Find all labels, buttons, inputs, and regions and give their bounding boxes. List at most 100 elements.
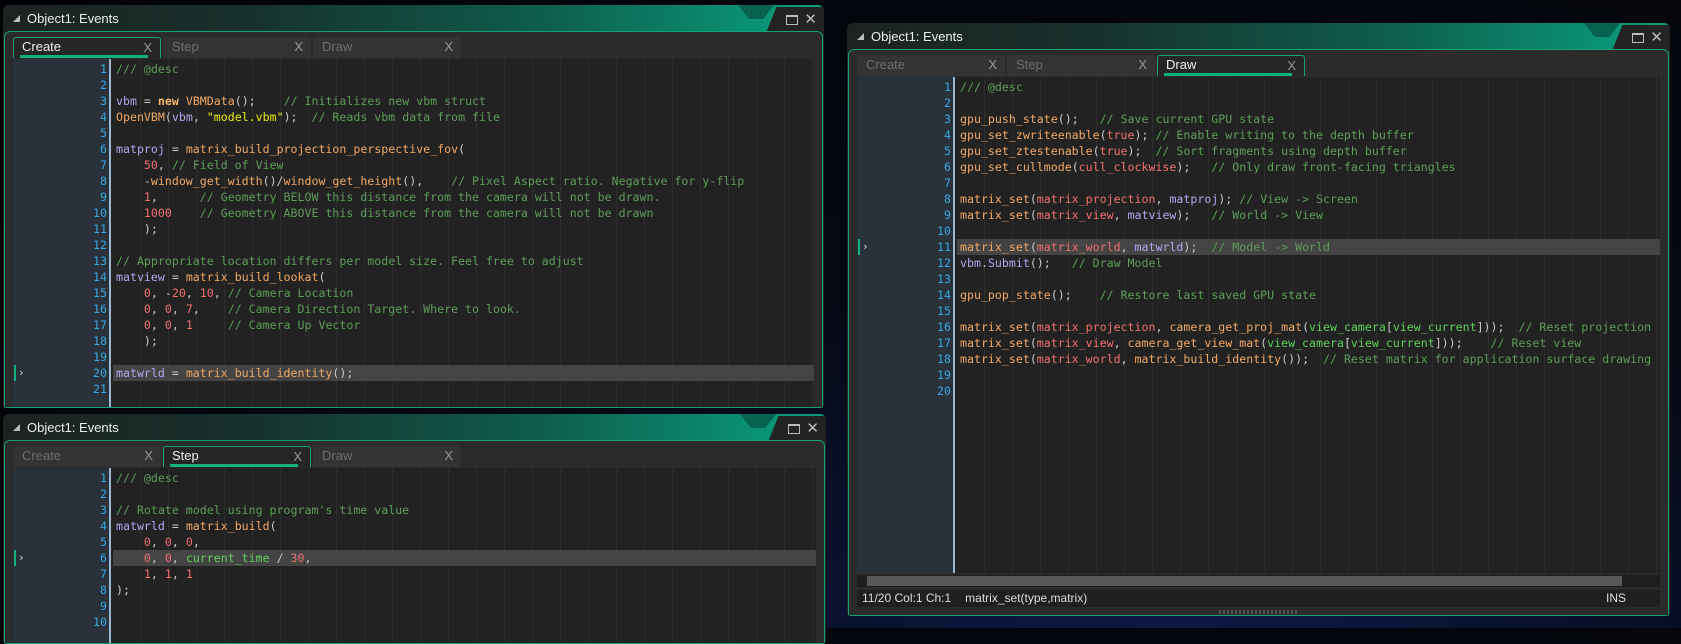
maximize-icon[interactable] [788, 424, 800, 434]
title-bar[interactable]: Object1: Events ✕ [3, 5, 824, 33]
code-line[interactable]: gpu_set_cullmode(cull_clockwise); // Onl… [957, 159, 1660, 175]
code-line[interactable]: matrix_set(matrix_projection, camera_get… [957, 319, 1660, 335]
close-icon[interactable]: ✕ [806, 419, 819, 437]
code-line[interactable]: matwrld = matrix_build( [113, 518, 816, 534]
code-line[interactable]: matview = matrix_build_lookat( [113, 269, 814, 285]
tab-close-icon[interactable]: X [294, 39, 303, 54]
code-line[interactable]: ); [113, 333, 814, 349]
maximize-icon[interactable] [786, 15, 798, 25]
tab-close-icon[interactable]: X [444, 39, 453, 54]
code-line[interactable] [113, 598, 816, 614]
code-editor[interactable]: 1 2 3 4 5 6 7 8 9 10 11 › 12 13 14 15 16 17 18 19 20/// @des… [857, 77, 1660, 573]
line-number: 10 [93, 206, 107, 220]
code-line[interactable]: /// @desc [957, 79, 1660, 95]
collapse-triangle-icon[interactable] [13, 15, 20, 22]
code-line[interactable]: matwrld = matrix_build_identity(); [113, 365, 814, 381]
line-number: 19 [937, 368, 951, 382]
code-line[interactable]: ); [113, 221, 814, 237]
tab-create[interactable]: Create X [857, 55, 1005, 76]
code-line[interactable]: matrix_set(matrix_world, matwrld); // Mo… [957, 239, 1660, 255]
code-line[interactable] [113, 77, 814, 93]
tab-create[interactable]: Create X [13, 446, 161, 467]
tab-close-icon[interactable]: X [144, 448, 153, 463]
title-bar[interactable]: Object1: Events ✕ [847, 23, 1670, 51]
resize-grip[interactable] [1218, 610, 1299, 614]
code-line[interactable]: vbm = new VBMData(); // Initializes new … [113, 93, 814, 109]
code-line[interactable] [113, 125, 814, 141]
code-editor[interactable]: 1 2 3 4 5 6 › 7 8 9 10/// @desc// Rotate model usi… [13, 468, 816, 643]
tab-step[interactable]: Step X [163, 37, 311, 58]
code-line[interactable] [957, 367, 1660, 383]
code-line[interactable]: ); [113, 582, 816, 598]
code-line[interactable]: 0, 0, 0, [113, 534, 816, 550]
code-area[interactable]: /// @desc vbm = new VBMData(); // Initial… [113, 59, 814, 407]
code-line[interactable]: gpu_set_ztestenable(true); // Sort fragm… [957, 143, 1660, 159]
token-keyword: new [157, 94, 179, 108]
code-line[interactable] [113, 237, 814, 253]
code-line[interactable]: /// @desc [113, 61, 814, 77]
tab-close-icon[interactable]: X [444, 448, 453, 463]
token-function: VBMData [185, 94, 235, 108]
tab-close-icon[interactable]: X [1138, 57, 1147, 72]
code-line[interactable]: 0, -20, 10, // Camera Location [113, 285, 814, 301]
code-line[interactable] [957, 303, 1660, 319]
tab-label: Create [22, 39, 62, 54]
code-line[interactable]: gpu_set_zwriteenable(true); // Enable wr… [957, 127, 1660, 143]
code-line[interactable]: OpenVBM(vbm, "model.vbm"); // Reads vbm … [113, 109, 814, 125]
code-line[interactable]: gpu_push_state(); // Save current GPU st… [957, 111, 1660, 127]
code-line[interactable] [957, 175, 1660, 191]
code-line[interactable]: // Rotate model using program's time val… [113, 502, 816, 518]
tab-close-icon[interactable]: X [143, 40, 152, 55]
scrollbar-thumb[interactable] [867, 576, 1622, 586]
close-icon[interactable]: ✕ [804, 10, 817, 28]
code-line[interactable] [113, 486, 816, 502]
code-line[interactable]: matrix_set(matrix_view, matview); // Wor… [957, 207, 1660, 223]
code-area[interactable]: /// @desc gpu_push_state(); // Save curre… [957, 77, 1660, 573]
tab-close-icon[interactable]: X [293, 449, 302, 464]
code-line[interactable]: 1, // Geometry BELOW this distance from … [113, 189, 814, 205]
tab-draw[interactable]: Draw X [313, 37, 461, 58]
tab-draw[interactable]: Draw X [313, 446, 461, 467]
code-line[interactable]: 0, 0, 1 // Camera Up Vector [113, 317, 814, 333]
code-line[interactable] [957, 271, 1660, 287]
token-constant: matrix_view [1036, 336, 1114, 350]
code-line[interactable]: 0, 0, current_time / 30, [113, 550, 816, 566]
tab-step[interactable]: Step X [1007, 55, 1155, 76]
code-line[interactable]: 1, 1, 1 [113, 566, 816, 582]
code-line[interactable] [957, 383, 1660, 399]
close-icon[interactable]: ✕ [1650, 28, 1663, 46]
tab-draw[interactable]: Draw X [1157, 55, 1305, 76]
code-line[interactable]: matrix_set(matrix_projection, matproj); … [957, 191, 1660, 207]
tab-close-icon[interactable]: X [1287, 58, 1296, 73]
code-line[interactable]: matrix_set(matrix_view, camera_get_view_… [957, 335, 1660, 351]
tab-close-icon[interactable]: X [988, 57, 997, 72]
code-line[interactable] [957, 223, 1660, 239]
code-line[interactable]: // Appropriate location differs per mode… [113, 253, 814, 269]
code-line[interactable]: 1000 // Geometry ABOVE this distance fro… [113, 205, 814, 221]
collapse-triangle-icon[interactable] [857, 33, 864, 40]
token-constant: 50 [143, 158, 158, 172]
code-line[interactable]: -window_get_width()/window_get_height(),… [113, 173, 814, 189]
code-line[interactable]: vbm.Submit(); // Draw Model [957, 255, 1660, 271]
horizontal-scrollbar[interactable] [857, 575, 1660, 587]
code-line[interactable] [113, 381, 814, 397]
code-line[interactable]: matrix_set(matrix_world, matrix_build_id… [957, 351, 1660, 367]
maximize-icon[interactable] [1632, 33, 1644, 43]
code-line[interactable] [113, 349, 814, 365]
collapse-triangle-icon[interactable] [13, 424, 20, 431]
code-line[interactable]: gpu_pop_state(); // Restore last saved G… [957, 287, 1660, 303]
code-line[interactable]: matproj = matrix_build_projection_perspe… [113, 141, 814, 157]
code-line[interactable]: 0, 0, 7, // Camera Direction Target. Whe… [113, 301, 814, 317]
code-area[interactable]: /// @desc // Rotate model using program's… [113, 468, 816, 643]
tab-label: Step [1016, 57, 1043, 72]
tab-step[interactable]: Step X [163, 446, 311, 467]
code-editor[interactable]: 1 2 3 4 5 6 7 8 9 10 11 12 13 14 15 16 17 18 19 20 › 21/// @d… [13, 59, 814, 407]
token-function: gpu_set_ztestenable [960, 144, 1093, 158]
code-line[interactable]: /// @desc [113, 470, 816, 486]
tab-create[interactable]: Create X [13, 37, 161, 58]
token-punctuation [116, 286, 144, 300]
code-line[interactable] [957, 95, 1660, 111]
code-line[interactable]: 50, // Field of View [113, 157, 814, 173]
title-bar[interactable]: Object1: Events ✕ [3, 414, 826, 442]
token-variable: vbm [960, 256, 981, 270]
